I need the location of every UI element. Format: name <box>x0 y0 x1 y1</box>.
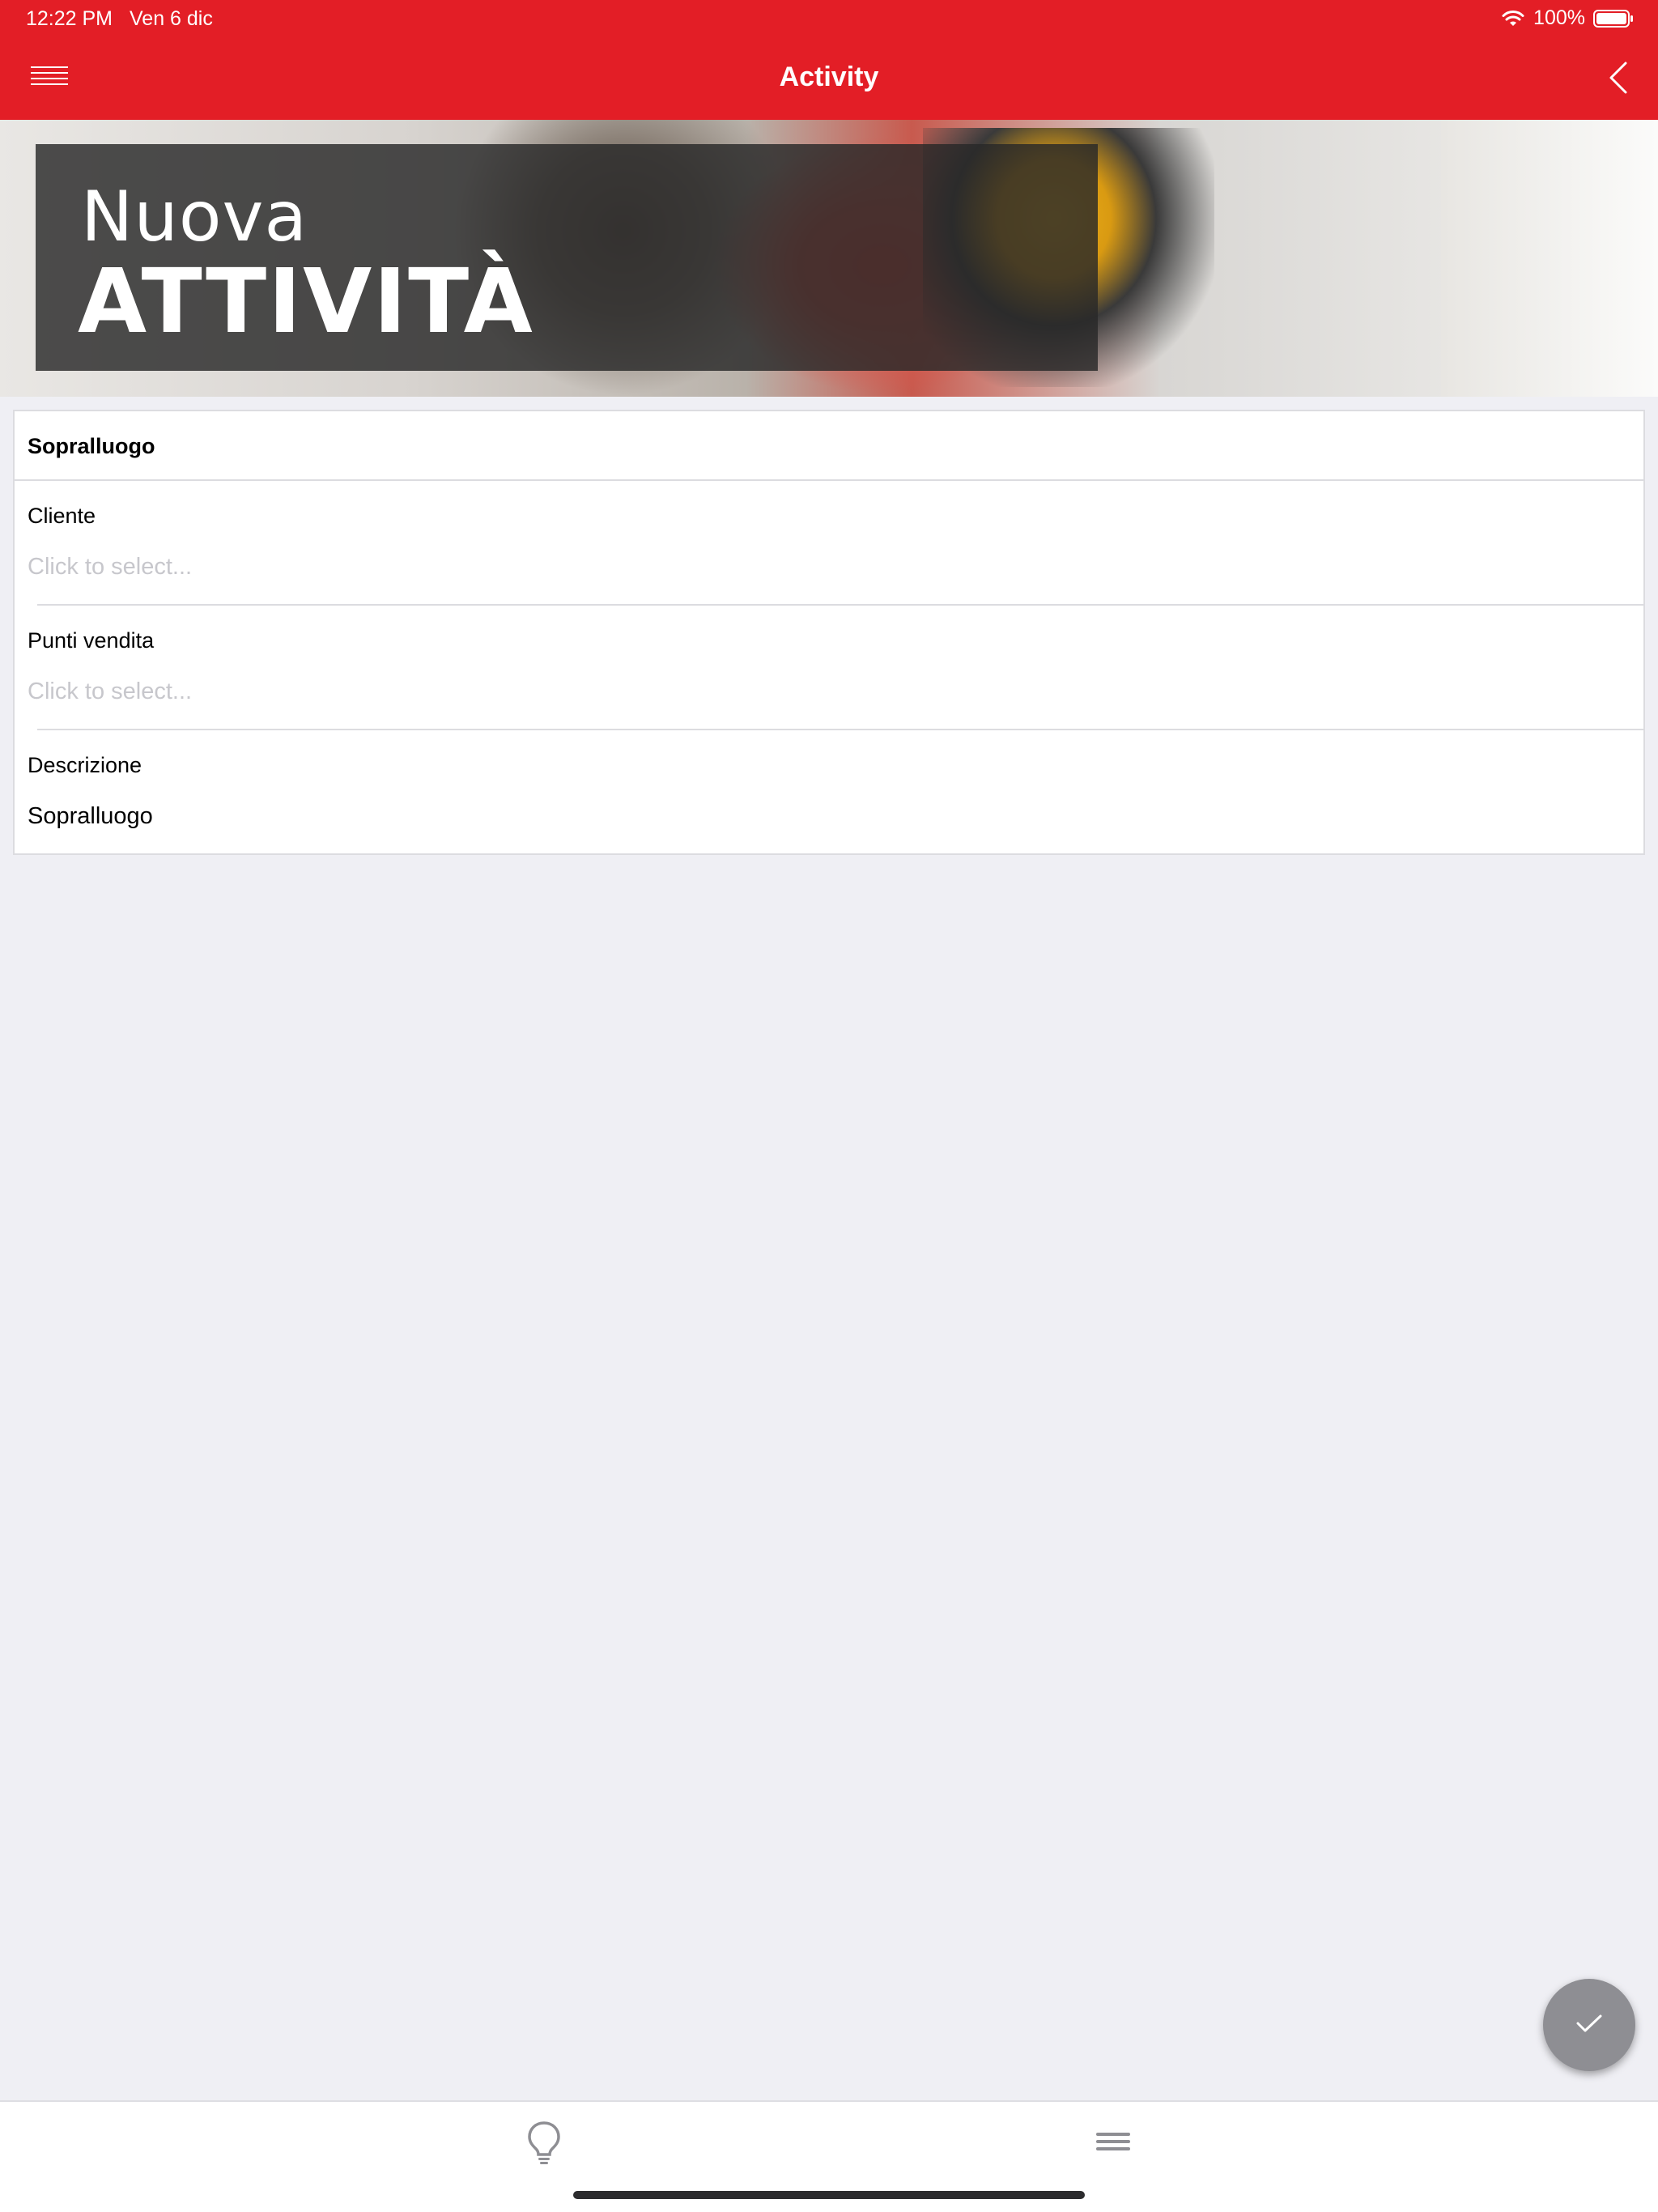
banner-title-line1: Nuova <box>81 177 308 257</box>
field-value-descrizione[interactable]: Sopralluogo <box>28 803 153 830</box>
bottom-tab-bar <box>0 2100 1658 2212</box>
status-time: 12:22 PM <box>26 7 113 30</box>
chevron-left-icon[interactable] <box>1606 60 1630 96</box>
status-right: 100% <box>1501 6 1634 30</box>
top-bar: 12:22 PM Ven 6 dic 100% Activity <box>0 0 1658 120</box>
list-icon[interactable] <box>1096 2129 1130 2154</box>
home-indicator <box>573 2191 1085 2199</box>
checkmark-icon <box>1575 2012 1604 2039</box>
header-banner: Nuova ATTIVITÀ <box>0 120 1658 397</box>
banner-title-line2: ATTIVITÀ <box>78 249 534 353</box>
status-date: Ven 6 dic <box>130 7 213 30</box>
form-section-title: Sopralluogo <box>28 434 155 458</box>
page-title: Activity <box>779 62 879 92</box>
save-fab-button[interactable] <box>1543 1979 1635 2071</box>
app-root: 12:22 PM Ven 6 dic 100% Activity Nuova A… <box>0 0 1658 2212</box>
status-bar: 12:22 PM Ven 6 dic 100% <box>0 0 1658 37</box>
banner-photo-wall <box>1441 120 1658 397</box>
battery-percentage: 100% <box>1533 6 1585 29</box>
lightbulb-icon[interactable] <box>526 2120 562 2165</box>
field-descrizione[interactable]: Descrizione Sopralluogo <box>15 729 1643 853</box>
field-label-cliente: Cliente <box>28 504 96 528</box>
field-label-punti-vendita: Punti vendita <box>28 628 155 653</box>
field-value-cliente[interactable]: Click to select... <box>28 554 192 581</box>
field-punti-vendita[interactable]: Punti vendita Click to select... <box>15 604 1643 729</box>
battery-icon <box>1593 9 1634 28</box>
field-value-punti-vendita[interactable]: Click to select... <box>28 678 192 705</box>
activity-form: Sopralluogo Cliente Click to select... P… <box>13 410 1645 855</box>
field-cliente[interactable]: Cliente Click to select... <box>15 479 1643 604</box>
field-label-descrizione: Descrizione <box>28 753 142 777</box>
wifi-icon <box>1501 10 1525 28</box>
